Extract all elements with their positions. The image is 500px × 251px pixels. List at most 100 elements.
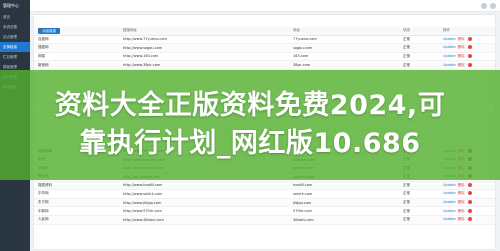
cell-actions: Update删除 (439, 52, 495, 62)
close-icon[interactable] (467, 191, 472, 196)
cell-url: http://www.soiirrk.com (119, 189, 289, 199)
cell-url: http://www.163.com (119, 52, 289, 62)
cell-address: jfdjgo.com (289, 198, 399, 208)
table-row: 百度网 http://www.77yueno.com 77yueno.com 正常 Up… (34, 35, 495, 45)
table-row: 中新网 http://www.570rh.com 570rh.com 正常 Update… (34, 206, 495, 216)
cell-url: http://www.sogou.com (119, 43, 289, 53)
sidebar-item[interactable]: 系统设置 (0, 22, 30, 32)
cell-url: http://www.4ilkaks.com (119, 215, 289, 225)
edit-link[interactable]: Update (443, 45, 456, 49)
banner-line-2: 靠执行计划_网红版10.686 (79, 128, 421, 159)
table-row: 新浪网 http://www.38pc.com 38pc.com 正常 Update 删除 (34, 60, 495, 70)
header-url: 链接地址 (119, 27, 289, 36)
banner-line-1: 资料大全正版资料免费2024,可 (54, 90, 446, 121)
sidebar-brand: 管理中心 (3, 3, 19, 8)
cell-name: 东方网 (34, 198, 119, 208)
cell-name: 中华网 (34, 189, 119, 199)
close-icon[interactable] (467, 62, 472, 67)
edit-link[interactable]: Update (443, 54, 456, 58)
close-icon[interactable] (467, 200, 472, 205)
close-icon[interactable] (467, 45, 472, 50)
overlay-banner: 资料大全正版资料免费2024,可 靠执行计划_网红版10.686 (0, 70, 500, 180)
edit-link[interactable]: Update (443, 191, 456, 195)
cell-url: http://www.hoqfill.com (119, 181, 289, 191)
header-actions: 操作 (439, 27, 495, 36)
cell-address: 570rh.com (289, 206, 399, 216)
cell-url: http://www.38pc.com (119, 60, 289, 70)
delete-link[interactable]: 删除 (458, 63, 465, 67)
edit-link[interactable]: Update (443, 209, 456, 213)
close-icon[interactable] (467, 53, 472, 58)
cell-status: 正常 (399, 198, 439, 208)
user-avatar[interactable] (490, 3, 496, 9)
cell-address: 77yueno.com (289, 35, 399, 45)
sidebar-item[interactable]: 首页 (0, 12, 30, 22)
cell-address: soiirrk.com (289, 189, 399, 199)
cell-name: 新浪网 (34, 60, 119, 70)
close-icon[interactable] (467, 182, 472, 187)
cell-actions: Update删除 (439, 206, 495, 216)
delete-link[interactable]: 删除 (458, 217, 465, 221)
sidebar-item[interactable]: 站点管理 (0, 32, 30, 42)
cell-name: 网易 (34, 52, 119, 62)
table-row: 中华网 http://www.soiirrk.com soiirrk.com 正常 Up… (34, 189, 495, 199)
edit-link[interactable]: Update (443, 200, 456, 204)
cell-actions: Update删除 (439, 215, 495, 225)
delete-link[interactable]: 删除 (458, 54, 465, 58)
table-row: 人民网 http://www.4ilkaks.com 4ilkaks.com 正常 Up… (34, 215, 495, 225)
cell-name: 百度网 (34, 35, 119, 45)
sidebar-item[interactable]: 友情链接 (0, 42, 30, 52)
delete-link[interactable]: 删除 (458, 200, 465, 204)
cell-actions: Update删除 (439, 189, 495, 199)
cell-actions: Update删除 (439, 181, 495, 191)
edit-link[interactable]: Update (443, 63, 456, 67)
cell-status: 正常 (399, 206, 439, 216)
cell-address: 163.com (289, 52, 399, 62)
topbar-actions (481, 3, 496, 9)
delete-link[interactable]: 删除 (458, 37, 465, 41)
top-bar (30, 0, 500, 12)
table-header-row: 名称 链接地址 地址 状态 操作 (34, 27, 495, 36)
cell-status: 正常 (399, 35, 439, 45)
cell-status: 正常 (399, 189, 439, 199)
notification-icon[interactable] (481, 3, 487, 9)
edit-link[interactable]: Update (443, 217, 456, 221)
cell-name: 搜狐网 (34, 43, 119, 53)
table-row: 东方网 http://www.jfdjgo.com jfdjgo.com 正常 Upda… (34, 198, 495, 208)
cell-status: 正常 (399, 43, 439, 53)
delete-link[interactable]: 删除 (458, 183, 465, 187)
cell-status: 正常 (399, 60, 439, 70)
sidebar-item[interactable]: 栏目管理 (0, 52, 30, 62)
header-status: 状态 (399, 27, 439, 36)
table-row: 搜狐网 http://www.sogou.com sogou.com 正常 Update… (34, 43, 495, 53)
cell-status: 正常 (399, 215, 439, 225)
cell-address: 4ilkaks.com (289, 215, 399, 225)
toolbar: 添加链接 (34, 15, 495, 34)
delete-link[interactable]: 删除 (458, 191, 465, 195)
table-row: 搜狐资料 http://www.hoqfill.com hoqfill.com 正常 U… (34, 181, 495, 191)
cell-url: http://www.570rh.com (119, 206, 289, 216)
delete-link[interactable]: 删除 (458, 209, 465, 213)
table-row: 网易 http://www.163.com 163.com 正常 Update 删除 (34, 52, 495, 62)
cell-name: 中新网 (34, 206, 119, 216)
cell-address: sogou.com (289, 43, 399, 53)
cell-url: http://www.jfdjgo.com (119, 198, 289, 208)
edit-link[interactable]: Update (443, 183, 456, 187)
cell-name: 人民网 (34, 215, 119, 225)
close-icon[interactable] (467, 36, 472, 41)
close-icon[interactable] (467, 217, 472, 222)
cell-name: 搜狐资料 (34, 181, 119, 191)
close-icon[interactable] (467, 208, 472, 213)
cell-address: 38pc.com (289, 60, 399, 70)
cell-url: http://www.77yueno.com (119, 35, 289, 45)
cell-actions: Update删除 (439, 35, 495, 45)
cell-address: hoqfill.com (289, 181, 399, 191)
cell-actions: Update删除 (439, 43, 495, 53)
edit-link[interactable]: Update (443, 37, 456, 41)
cell-actions: Update删除 (439, 198, 495, 208)
cell-actions: Update删除 (439, 60, 495, 70)
header-address: 地址 (289, 27, 399, 36)
cell-status: 正常 (399, 52, 439, 62)
cell-status: 正常 (399, 181, 439, 191)
delete-link[interactable]: 删除 (458, 45, 465, 49)
